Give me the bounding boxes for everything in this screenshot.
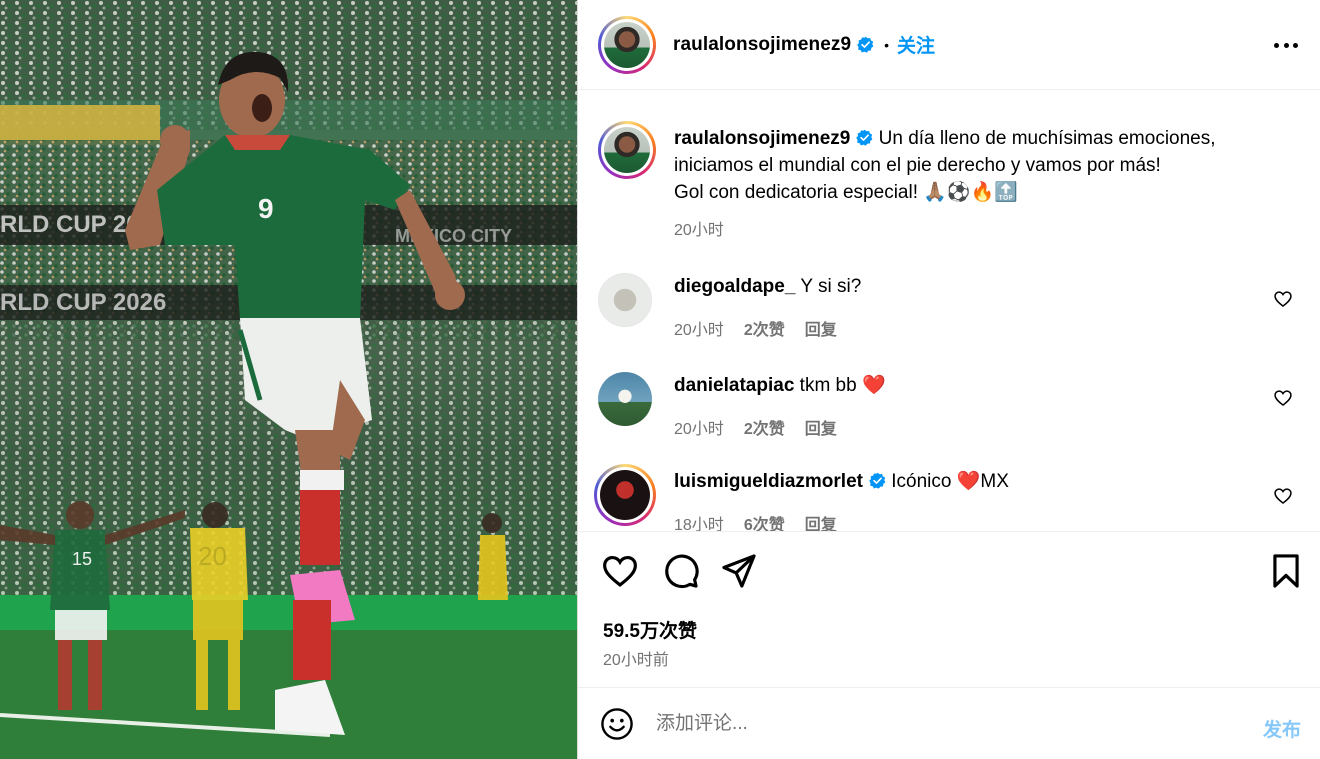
- verified-icon: [869, 472, 886, 489]
- likes-count[interactable]: 59.5万次赞: [603, 616, 697, 643]
- post-comment-button[interactable]: 发布: [1263, 715, 1301, 742]
- comment-item: danielatapiac tkm bb ❤️ 20小时 2次赞 回复: [598, 372, 1298, 439]
- post-photo-illustration: RLD CUP 2026 MEXICO CITY RLD CUP 2026 15: [0, 0, 577, 759]
- bookmark-icon[interactable]: [1267, 552, 1305, 590]
- author-avatar[interactable]: [598, 15, 656, 74]
- author-username[interactable]: raulalonsojimenez9: [673, 34, 851, 56]
- comment-likes[interactable]: 2次赞: [744, 316, 785, 340]
- verified-icon: [856, 129, 873, 146]
- banner-text-bottom: RLD CUP 2026: [0, 289, 166, 316]
- post-image[interactable]: RLD CUP 2026 MEXICO CITY RLD CUP 2026 15: [0, 0, 577, 759]
- post-time: 20小时前: [603, 652, 669, 669]
- comment-likes[interactable]: 2次赞: [744, 415, 785, 439]
- jersey-number: 9: [258, 193, 274, 224]
- caption: raulalonsojimenez9 Un día lleno de muchí…: [598, 121, 1298, 240]
- more-icon[interactable]: [1271, 30, 1301, 60]
- reply-button[interactable]: 回复: [805, 316, 837, 340]
- verified-icon: [857, 36, 874, 53]
- heart-icon[interactable]: [601, 552, 639, 590]
- comment-time: 20小时: [674, 421, 724, 438]
- commenter-avatar[interactable]: [598, 372, 652, 426]
- caption-line-1: Un día lleno de muchísimas emociones,: [878, 128, 1216, 149]
- comment-icon[interactable]: [662, 552, 700, 590]
- post-actions: 59.5万次赞 20小时前: [578, 531, 1320, 686]
- comment-text: Y si si?: [800, 276, 862, 297]
- comments-list[interactable]: raulalonsojimenez9 Un día lleno de muchí…: [578, 91, 1320, 531]
- comment-text: tkm bb ❤️: [799, 375, 886, 396]
- player-right-number: 20: [198, 541, 227, 571]
- reply-button[interactable]: 回复: [805, 511, 837, 531]
- heart-icon[interactable]: [1273, 388, 1293, 408]
- caption-time: 20小时: [674, 222, 724, 239]
- comment-input[interactable]: [656, 712, 1216, 735]
- comment-item: luismigueldiazmorlet Icónico ❤️MX 18小时 6…: [594, 464, 1298, 531]
- comment-composer: 发布: [578, 687, 1320, 759]
- heart-icon[interactable]: [1273, 486, 1293, 506]
- caption-text: raulalonsojimenez9 Un día lleno de muchí…: [674, 125, 1298, 206]
- comment-username[interactable]: luismigueldiazmorlet: [674, 471, 863, 492]
- player-left-number: 15: [72, 549, 92, 569]
- emoji-icon[interactable]: [600, 707, 634, 741]
- post-panel: raulalonsojimenez9 • 关注 raulalonsojimene…: [577, 0, 1320, 759]
- share-icon[interactable]: [720, 552, 758, 590]
- caption-line-2: iniciamos el mundial con el pie derecho …: [674, 155, 1161, 176]
- caption-emojis: 🙏🏽⚽️🔥🔝: [923, 182, 1018, 203]
- follow-button[interactable]: 关注: [897, 31, 935, 58]
- caption-author[interactable]: raulalonsojimenez9: [674, 128, 850, 149]
- comment-username[interactable]: diegoaldape_: [674, 276, 795, 297]
- caption-avatar[interactable]: [598, 121, 656, 179]
- comment-username[interactable]: danielatapiac: [674, 375, 794, 396]
- separator-dot: •: [884, 36, 890, 53]
- comment-likes[interactable]: 6次赞: [744, 511, 785, 531]
- caption-line-3: Gol con dedicatoria especial!: [674, 182, 918, 203]
- comment-time: 18小时: [674, 517, 724, 531]
- reply-button[interactable]: 回复: [805, 415, 837, 439]
- commenter-avatar[interactable]: [598, 273, 652, 327]
- comment-item: diegoaldape_ Y si si? 20小时 2次赞 回复: [598, 273, 1298, 340]
- commenter-avatar[interactable]: [594, 464, 656, 526]
- post-header: raulalonsojimenez9 • 关注: [578, 0, 1320, 90]
- comment-text: Icónico ❤️MX: [891, 471, 1009, 492]
- heart-icon[interactable]: [1273, 289, 1293, 309]
- comment-time: 20小时: [674, 322, 724, 339]
